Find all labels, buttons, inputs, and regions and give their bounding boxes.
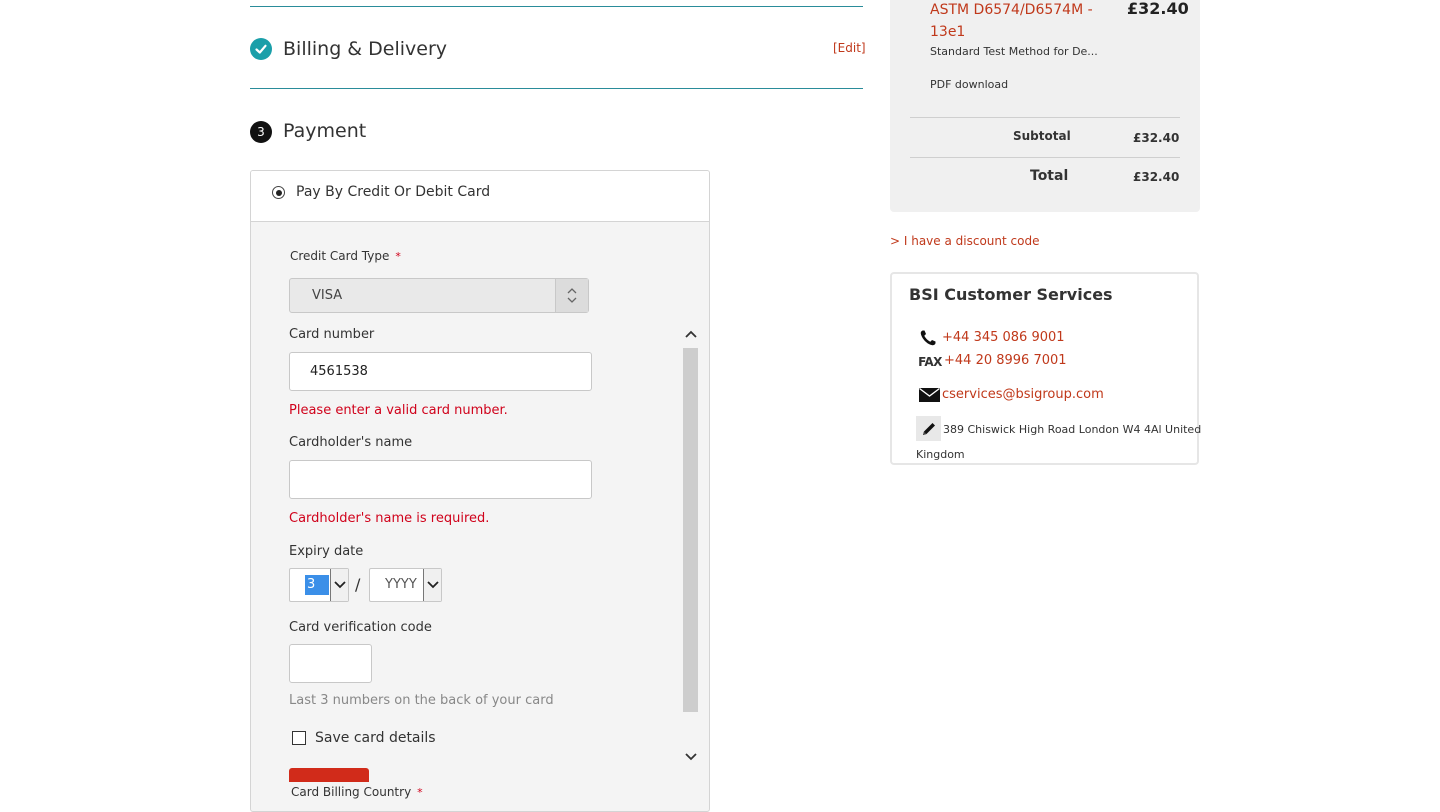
- payment-method-header[interactable]: Pay By Credit Or Debit Card: [251, 171, 709, 222]
- step-number-badge: 3: [250, 121, 272, 143]
- checkmark-icon: [250, 38, 272, 60]
- edit-billing-link[interactable]: [Edit]: [833, 41, 866, 55]
- payment-step-title: Payment: [283, 120, 367, 142]
- cardholder-label: Cardholder's name: [289, 435, 413, 450]
- expiry-year-select[interactable]: YYYY: [369, 568, 442, 602]
- subtotal-label: Subtotal: [1013, 129, 1071, 143]
- summary-divider: [910, 117, 1180, 118]
- discount-code-link[interactable]: > I have a discount code: [890, 234, 1039, 248]
- card-type-select[interactable]: VISA: [289, 278, 589, 313]
- phone-icon: [918, 329, 938, 347]
- chevron-down-icon: [423, 569, 441, 601]
- required-marker: *: [395, 250, 401, 263]
- expiry-year-value: YYYY: [385, 577, 417, 592]
- card-type-label: Credit Card Type *: [290, 249, 401, 263]
- cvc-hint: Last 3 numbers on the back of your card: [289, 693, 554, 708]
- submit-button[interactable]: [289, 768, 369, 782]
- expiry-month-select[interactable]: 3: [289, 568, 349, 602]
- customer-services-title: BSI Customer Services: [909, 285, 1113, 304]
- email-link[interactable]: cservices@bsigroup.com: [942, 387, 1104, 402]
- expiry-label: Expiry date: [289, 544, 364, 559]
- expiry-month-value: 3: [305, 575, 329, 595]
- phone-link[interactable]: +44 345 086 9001: [942, 330, 1065, 345]
- cardholder-error: Cardholder's name is required.: [289, 511, 490, 526]
- product-description: Standard Test Method for De...: [930, 45, 1098, 58]
- mail-icon: [918, 388, 940, 402]
- fax-icon: FAX: [918, 353, 942, 371]
- scroll-up-arrow-icon[interactable]: [683, 327, 698, 341]
- cvc-input[interactable]: [289, 644, 372, 683]
- save-card-label[interactable]: Save card details: [315, 730, 436, 746]
- payment-method-label: Pay By Credit Or Debit Card: [296, 184, 491, 200]
- chevron-down-icon: [330, 569, 348, 601]
- card-number-input[interactable]: [289, 352, 592, 391]
- billing-divider: [250, 88, 863, 89]
- product-format: PDF download: [930, 78, 1009, 91]
- card-type-label-text: Credit Card Type: [290, 249, 390, 263]
- fax-icon-label: FAX: [918, 355, 942, 369]
- save-card-checkbox[interactable]: [292, 731, 306, 745]
- product-price: £32.40: [1127, 0, 1189, 18]
- updown-arrows-icon: [555, 279, 588, 312]
- scroll-down-arrow-icon[interactable]: [683, 750, 698, 764]
- product-name-link[interactable]: ASTM D6574/D6574M - 13e1: [930, 0, 1110, 43]
- expiry-separator: /: [355, 575, 361, 594]
- required-marker: *: [417, 786, 423, 799]
- billing-step-title: Billing & Delivery: [283, 38, 448, 60]
- cvc-label: Card verification code: [289, 620, 432, 635]
- summary-divider: [910, 157, 1180, 158]
- address-line-1: 389 Chiswick High Road London W4 4Al Uni…: [943, 423, 1202, 436]
- card-number-label: Card number: [289, 327, 375, 342]
- total-label: Total: [1030, 168, 1069, 184]
- subtotal-value: £32.40: [1133, 131, 1180, 145]
- cardholder-input[interactable]: [289, 460, 592, 499]
- scrollbar-thumb[interactable]: [683, 348, 698, 712]
- billing-country-label-text: Card Billing Country: [291, 785, 412, 799]
- radio-selected-dot: [275, 189, 282, 196]
- billing-country-label: Card Billing Country *: [291, 785, 423, 799]
- pencil-icon: [916, 416, 941, 441]
- total-value: £32.40: [1133, 170, 1180, 184]
- card-type-value: VISA: [312, 288, 343, 303]
- payment-method-radio[interactable]: [272, 186, 285, 199]
- fax-link[interactable]: +44 20 8996 7001: [944, 353, 1067, 368]
- top-divider: [250, 6, 863, 7]
- address-line-2: Kingdom: [916, 448, 965, 461]
- card-number-error: Please enter a valid card number.: [289, 403, 508, 418]
